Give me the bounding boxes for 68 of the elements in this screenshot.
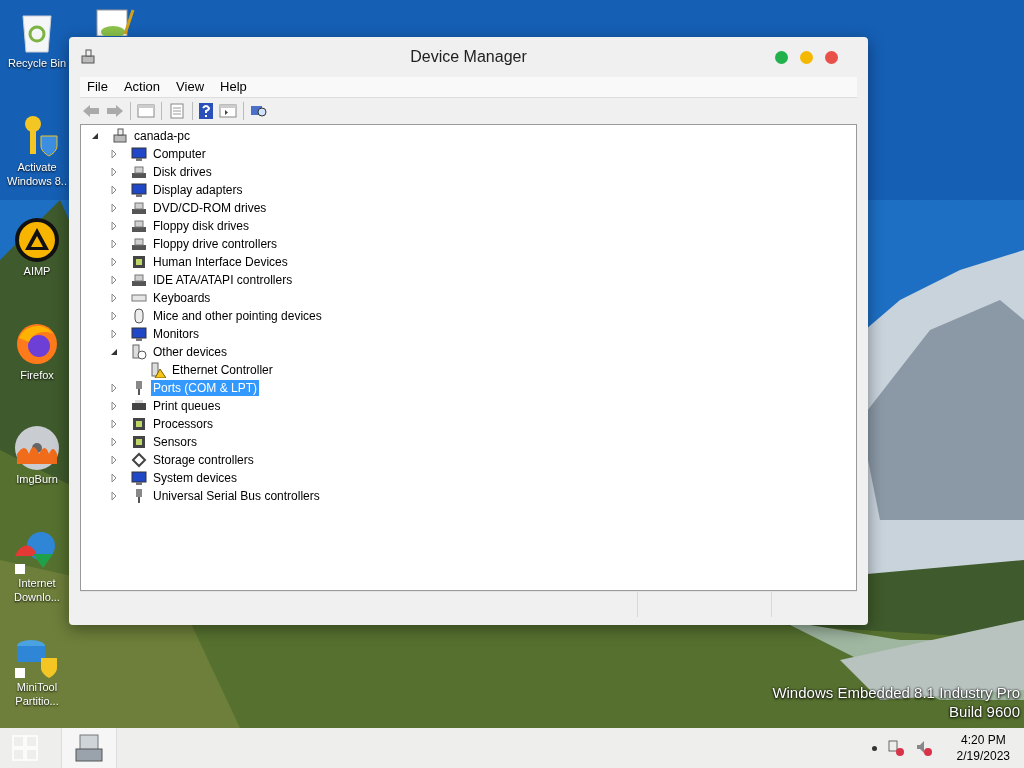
tree-item[interactable]: IDE ATA/ATAPI controllers <box>151 272 295 288</box>
drive-icon <box>131 236 147 252</box>
view-icon[interactable] <box>219 103 237 119</box>
chip-icon <box>131 434 147 450</box>
tree-item[interactable]: Universal Serial Bus controllers <box>151 488 322 504</box>
clock-time[interactable]: 4:20 PM <box>960 732 1006 748</box>
desktop-icon-label[interactable]: Internet Downlo... <box>5 576 69 604</box>
chip-icon <box>131 416 147 432</box>
desktop-icon-label[interactable]: AIMP <box>5 264 69 278</box>
tree-item[interactable]: Other devices <box>151 344 230 360</box>
tree-item[interactable]: DVD/CD-ROM drives <box>151 200 269 216</box>
mouse-icon <box>131 308 147 324</box>
tree-item[interactable]: Mice and other pointing devices <box>151 308 324 324</box>
menu-item[interactable]: Help <box>213 77 254 97</box>
window-title: Device Manager <box>410 47 527 67</box>
tree-item[interactable]: Storage controllers <box>151 452 256 468</box>
tree-item[interactable]: Monitors <box>151 326 201 342</box>
monitor-icon <box>131 326 147 342</box>
computer-icon <box>112 128 128 144</box>
monitor-icon <box>131 146 147 162</box>
pane-icon[interactable] <box>137 103 155 119</box>
menu-item[interactable]: Action <box>116 77 168 97</box>
desktop-icon-label[interactable]: MiniTool Partitio... <box>5 680 69 708</box>
storage-icon <box>131 452 147 468</box>
close-button[interactable] <box>825 50 838 64</box>
properties-icon[interactable] <box>168 103 186 119</box>
menu-item[interactable]: File <box>80 77 115 97</box>
tree-item[interactable]: Computer <box>151 146 208 162</box>
menu-item[interactable]: View <box>169 77 212 97</box>
network-error-icon[interactable] <box>886 739 905 757</box>
tree-item[interactable]: Floppy disk drives <box>151 218 252 234</box>
os-watermark-text: Build 9600 <box>949 702 1020 721</box>
computer-icon <box>80 49 96 65</box>
monitor-icon <box>131 470 147 486</box>
tree-item[interactable]: Ethernet Controller <box>170 362 275 378</box>
tree-item[interactable]: Print queues <box>151 398 223 414</box>
desktop-icon-label[interactable]: Recycle Bin <box>5 56 69 70</box>
chip-icon <box>131 254 147 270</box>
tree-item[interactable]: Keyboards <box>151 290 213 306</box>
monitor-icon <box>131 182 147 198</box>
maximize-button[interactable] <box>775 50 788 64</box>
notepad-icon[interactable] <box>95 8 135 36</box>
taskbar-app-button[interactable] <box>61 728 117 768</box>
desktop-icon-label[interactable]: ImgBurn <box>5 472 69 486</box>
desktop-icon-label[interactable]: Firefox <box>5 368 69 382</box>
device-question-icon <box>131 344 147 360</box>
computer-toolbox-icon <box>74 733 104 763</box>
tree-item[interactable]: Floppy drive controllers <box>151 236 280 252</box>
forward-arrow-icon[interactable] <box>106 103 124 119</box>
tree-item[interactable]: Human Interface Devices <box>151 254 290 270</box>
desktop-icon-label[interactable]: Activate Windows 8.. <box>5 160 69 188</box>
tree-item[interactable]: Processors <box>151 416 216 432</box>
tree-item[interactable]: Sensors <box>151 434 200 450</box>
tree-item[interactable]: canada-pc <box>132 128 193 144</box>
triangle-logo-icon <box>13 216 61 264</box>
drive-icon <box>131 218 147 234</box>
help-icon[interactable] <box>199 103 213 119</box>
tree-item[interactable]: Disk drives <box>151 164 214 180</box>
drive-icon <box>131 200 147 216</box>
clock-date[interactable]: 2/19/2023 <box>956 748 1010 764</box>
tree-item[interactable]: Display adapters <box>151 182 245 198</box>
tree-item[interactable]: System devices <box>151 470 240 486</box>
drive-icon <box>131 272 147 288</box>
drive-icon <box>131 164 147 180</box>
speaker-muted-icon[interactable] <box>914 739 933 757</box>
scan-hardware-icon[interactable] <box>250 103 268 119</box>
back-arrow-icon[interactable] <box>82 103 100 119</box>
disc-flame-icon <box>13 424 61 472</box>
